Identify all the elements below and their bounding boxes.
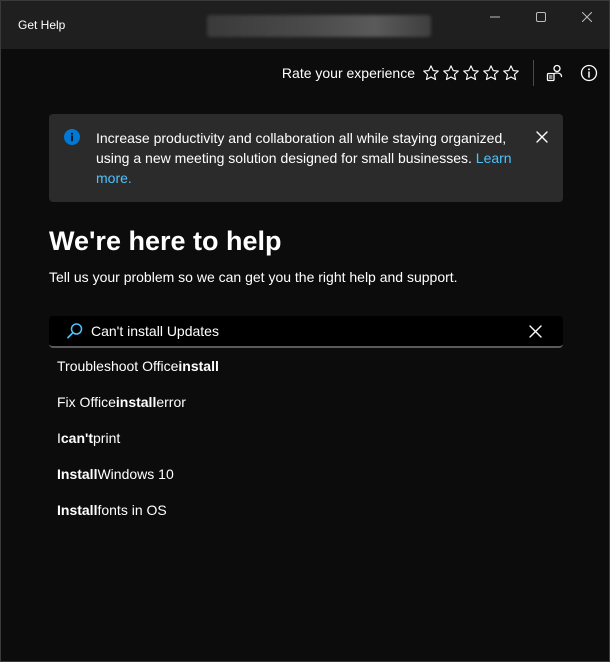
suggestion-item[interactable]: I can't print — [49, 420, 563, 456]
suggestion-item[interactable]: Install Windows 10 — [49, 456, 563, 492]
suggestion-text: print — [93, 430, 121, 446]
search-input[interactable] — [91, 320, 511, 342]
star-outline-icon — [423, 65, 439, 81]
suggestion-text: Windows 10 — [97, 466, 174, 482]
banner-text: Increase productivity and collaboration … — [96, 130, 507, 166]
clear-icon — [528, 324, 542, 338]
suggestion-text: error — [156, 394, 186, 410]
about-button[interactable] — [577, 61, 601, 85]
star-outline-icon — [463, 65, 479, 81]
suggestion-list: Troubleshoot Office install Fix Office i… — [49, 348, 563, 528]
suggestion-item[interactable]: Troubleshoot Office install — [49, 348, 563, 384]
star-3-button[interactable] — [461, 63, 481, 83]
clear-search-button[interactable] — [526, 322, 544, 340]
suggestion-item[interactable]: Install fonts in OS — [49, 492, 563, 528]
suggestion-match: Install — [57, 502, 98, 518]
suggestion-match: Install — [57, 466, 98, 482]
star-4-button[interactable] — [481, 63, 501, 83]
close-window-button[interactable] — [564, 1, 609, 33]
search-icon — [67, 323, 83, 339]
rating-label: Rate your experience — [281, 65, 415, 81]
star-outline-icon — [503, 65, 519, 81]
contact-support-button[interactable] — [543, 61, 567, 85]
star-5-button[interactable] — [501, 63, 521, 83]
close-icon — [582, 12, 592, 22]
suggestion-match: can't — [60, 430, 94, 446]
page-subtitle: Tell us your problem so we can get you t… — [49, 269, 458, 285]
info-filled-icon — [64, 129, 80, 145]
maximize-icon — [536, 12, 546, 22]
app-title: Get Help — [18, 18, 66, 32]
toolbar-divider — [533, 60, 534, 86]
suggestion-match: install — [178, 358, 219, 374]
suggestion-text: Fix Office — [57, 394, 116, 410]
search-box — [49, 316, 563, 348]
title-bar: Get Help — [1, 1, 609, 49]
star-outline-icon — [443, 65, 459, 81]
page-title: We're here to help — [49, 226, 282, 256]
suggestion-text: Troubleshoot Office — [57, 358, 179, 374]
info-banner: Increase productivity and collaboration … — [49, 114, 563, 202]
close-icon — [536, 131, 548, 143]
star-2-button[interactable] — [441, 63, 461, 83]
rating-bar: Rate your experience — [282, 59, 601, 87]
suggestion-item[interactable]: Fix Office install error — [49, 384, 563, 420]
star-rating — [421, 63, 521, 83]
star-1-button[interactable] — [421, 63, 441, 83]
minimize-icon — [490, 16, 500, 18]
suggestion-text: fonts in OS — [97, 502, 167, 518]
maximize-button[interactable] — [518, 1, 564, 33]
blurred-region — [207, 15, 431, 37]
info-circle-icon — [580, 64, 598, 82]
suggestion-match: install — [115, 394, 157, 410]
contact-support-icon — [546, 64, 563, 82]
app-window: Get Help Rate your experience Increase p… — [0, 0, 610, 662]
banner-message: Increase productivity and collaboration … — [96, 128, 516, 188]
minimize-button[interactable] — [472, 1, 518, 33]
banner-close-button[interactable] — [533, 128, 551, 146]
star-outline-icon — [483, 65, 499, 81]
